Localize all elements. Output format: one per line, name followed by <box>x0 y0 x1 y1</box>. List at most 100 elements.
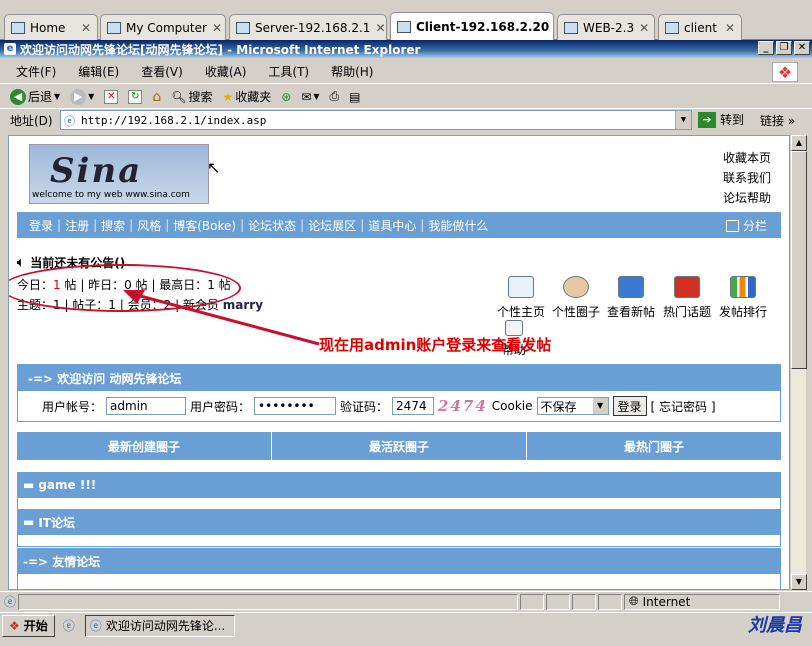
forward-button[interactable]: ▶ ▼ <box>70 88 95 105</box>
collapse-icon: ▬ <box>23 515 35 529</box>
search-label: 搜索 <box>188 90 213 104</box>
window-titlebar: e 欢迎访问动网先锋论坛[动网先锋论坛] - Microsoft Interne… <box>0 40 812 58</box>
mail-icon: ✉ <box>301 89 312 104</box>
new-post-icon <box>618 276 644 298</box>
forum-game[interactable]: ▬ game !!! <box>17 472 781 498</box>
menu-view[interactable]: 查看(V) <box>141 63 183 80</box>
minimize-button[interactable]: _ <box>758 41 774 55</box>
zone-pane: 🌐︎ Internet <box>624 593 781 610</box>
menu-bar: 文件(F) 编辑(E) 查看(V) 收藏(A) 工具(T) 帮助(H) <box>0 60 812 84</box>
back-button[interactable]: ◀ 后退 ▼ <box>10 88 60 105</box>
menu-favorites[interactable]: 收藏(A) <box>205 63 247 80</box>
taskbar-ie-window[interactable]: ⓔ 欢迎访问动网先锋论... <box>84 614 235 637</box>
vm-tab-label: My Computer <box>126 20 207 35</box>
login-form: 用户帐号： admin 用户密码： •••••••• 验证码： 2474 247… <box>18 391 780 421</box>
logo-text: Sina <box>50 151 143 191</box>
icon-new-posts[interactable]: 查看新帖 <box>607 276 655 320</box>
vm-icon <box>236 21 250 34</box>
icon-post-ranking[interactable]: 发帖排行 <box>719 276 767 320</box>
address-dropdown-button[interactable]: ▼ <box>675 111 691 129</box>
favorites-button[interactable]: ★ 收藏夹 <box>222 88 271 105</box>
mail-button[interactable]: ✉ ▼ <box>301 90 319 104</box>
nav-blog[interactable]: 博客(Boke) <box>173 217 236 234</box>
address-input[interactable]: ⓔ http://192.168.2.1/index.asp ▼ <box>60 110 692 130</box>
username-input[interactable]: admin <box>106 397 187 415</box>
menu-file[interactable]: 文件(F) <box>16 63 56 80</box>
nav-style[interactable]: 风格 <box>137 217 161 234</box>
top-links: 收藏本页 联系我们 论坛帮助 <box>723 148 771 208</box>
nav-showcase[interactable]: 论坛展区 <box>308 217 356 234</box>
vm-tab-server[interactable]: Server-192.168.2.1 ✕ <box>229 14 387 40</box>
close-icon[interactable]: ✕ <box>212 21 222 35</box>
hot-topic-icon <box>674 276 700 298</box>
vm-tab-web[interactable]: WEB-2.3 ✕ <box>557 14 655 40</box>
go-label: 转到 <box>720 113 745 127</box>
refresh-button[interactable]: ↻ <box>128 89 143 104</box>
start-button[interactable]: ❖ 开始 <box>2 614 55 637</box>
page-status-icon: ⓔ <box>4 595 17 609</box>
vm-tab-label: Client-192.168.2.20 <box>416 19 550 34</box>
icon-hot-topics[interactable]: 热门话题 <box>663 276 711 320</box>
history-button[interactable]: ⊛ <box>281 90 291 104</box>
newest-circles-header[interactable]: 最新创建圈子 <box>17 432 272 460</box>
password-label: 用户密码： <box>190 399 251 414</box>
nav-register[interactable]: 注册 <box>65 217 89 234</box>
search-button[interactable]: 🔍︎ 搜索 <box>171 88 212 105</box>
vm-tab-client[interactable]: Client-192.168.2.20✕ <box>390 12 554 40</box>
nav-login[interactable]: 登录 <box>29 217 53 234</box>
home-button[interactable]: ⌂ <box>152 89 161 105</box>
nav-props[interactable]: 道具中心 <box>368 217 416 234</box>
scroll-thumb[interactable] <box>791 151 807 369</box>
close-icon[interactable]: ✕ <box>639 21 649 35</box>
link-contact[interactable]: 联系我们 <box>723 168 771 188</box>
vm-tab-my-computer[interactable]: My Computer ✕ <box>100 14 226 40</box>
code-input[interactable]: 2474 <box>392 397 435 415</box>
site-logo[interactable]: Sina welcome to my web www.sina.com <box>29 144 209 204</box>
login-button[interactable]: 登录 <box>612 396 647 416</box>
home-page-icon <box>508 276 534 298</box>
restore-button[interactable]: ❐ <box>776 41 792 55</box>
forum-it[interactable]: ▬ IT论坛 <box>17 509 781 535</box>
close-icon[interactable]: ✕ <box>81 21 91 35</box>
menu-help[interactable]: 帮助(H) <box>331 63 373 80</box>
go-button[interactable]: ➔ 转到 <box>698 111 744 128</box>
forgot-password-link[interactable]: [ 忘记密码 ] <box>651 398 716 415</box>
status-pane <box>572 593 597 610</box>
stop-button[interactable]: ✕ <box>104 89 119 104</box>
most-active-circles-header[interactable]: 最活跃圈子 <box>272 432 527 460</box>
quick-launch-ie-icon[interactable]: ⓔ <box>63 617 75 634</box>
menu-edit[interactable]: 编辑(E) <box>78 63 119 80</box>
nav-status[interactable]: 论坛状态 <box>248 217 296 234</box>
vm-icon <box>397 20 411 33</box>
close-icon[interactable]: ✕ <box>725 21 735 35</box>
link-bookmark[interactable]: 收藏本页 <box>723 148 771 168</box>
links-button[interactable]: 链接 » <box>760 112 795 129</box>
vm-tab-home[interactable]: Home ✕ <box>4 14 98 40</box>
status-pane <box>520 593 545 610</box>
hottest-circles-header[interactable]: 最热门圈子 <box>527 432 781 460</box>
cookie-value: 不保存 <box>540 399 577 414</box>
edit-button[interactable]: ▤ <box>349 90 360 104</box>
password-input[interactable]: •••••••• <box>254 397 337 415</box>
scroll-up-button[interactable]: ▲ <box>791 135 807 151</box>
back-arrow-icon: ◀ <box>10 88 26 105</box>
menu-tools[interactable]: 工具(T) <box>268 63 309 80</box>
chevron-down-icon: ▼ <box>88 92 95 101</box>
nav-what-can-i-do[interactable]: 我能做什么 <box>428 217 488 234</box>
link-help[interactable]: 论坛帮助 <box>723 188 771 208</box>
icon-personal-circle[interactable]: 个性圈子 <box>552 276 600 320</box>
close-button[interactable]: ✕ <box>794 41 810 55</box>
icon-label: 查看新帖 <box>607 305 656 319</box>
icon-personal-home[interactable]: 个性主页 <box>497 276 545 320</box>
links-label: 链接 <box>760 114 785 128</box>
cookie-select[interactable]: 不保存 ▼ <box>536 397 609 415</box>
nav-search[interactable]: 搜索 <box>101 217 125 234</box>
print-button[interactable]: ⎙ <box>330 89 340 104</box>
columns-toggle[interactable]: 分栏 <box>725 217 767 234</box>
vertical-scrollbar[interactable]: ▲ ▼ <box>790 135 807 590</box>
close-icon[interactable]: ✕ <box>375 21 385 35</box>
scroll-down-button[interactable]: ▼ <box>791 574 807 590</box>
people-icon <box>563 276 589 298</box>
address-label: 地址(D) <box>10 114 53 128</box>
vm-tab-client2[interactable]: client ✕ <box>658 14 742 40</box>
